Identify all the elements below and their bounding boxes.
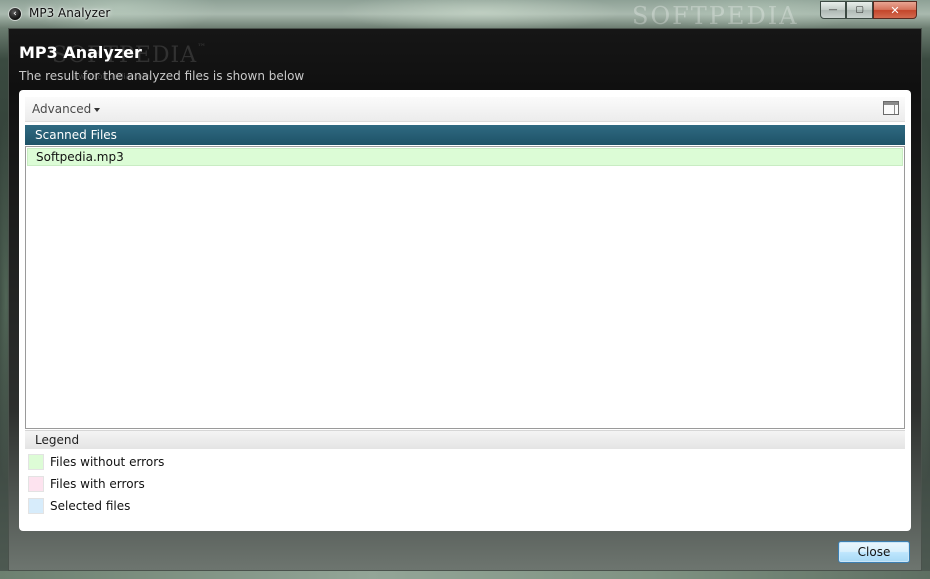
app-icon[interactable]: ‹ [8, 7, 22, 21]
file-row[interactable]: Softpedia.mp3 [27, 148, 903, 166]
legend-swatch-green [28, 454, 44, 470]
legend-label: Files with errors [50, 477, 145, 491]
legend-label: Selected files [50, 499, 131, 513]
legend-swatch-pink [28, 476, 44, 492]
window-layout-icon[interactable] [883, 101, 899, 115]
minimize-button[interactable]: — [820, 1, 846, 19]
window-close-button[interactable]: ✕ [873, 1, 917, 19]
legend-item-with-errors: Files with errors [28, 476, 145, 492]
window-title: MP3 Analyzer [29, 6, 111, 20]
scanned-files-list[interactable]: Softpedia.mp3 [25, 146, 905, 429]
page-subtitle: The result for the analyzed files is sho… [19, 69, 305, 83]
caption-buttons: — ▢ ✕ [820, 1, 917, 19]
toolbar: Advanced [25, 97, 905, 122]
legend-label: Files without errors [50, 455, 165, 469]
page-title: MP3 Analyzer [19, 43, 142, 62]
close-button[interactable]: Close [838, 541, 910, 563]
window-frame-bottom [0, 571, 930, 579]
header-watermark-tm: ™ [197, 43, 208, 53]
scanned-files-header: Scanned Files [25, 125, 905, 145]
softpedia-watermark: SOFTPEDIA [632, 2, 799, 30]
dropdown-caret-icon [94, 108, 101, 112]
title-bar[interactable]: ‹ MP3 Analyzer SOFTPEDIA — ▢ ✕ [0, 0, 930, 30]
legend-item-without-errors: Files without errors [28, 454, 164, 470]
maximize-icon: ▢ [855, 5, 864, 15]
maximize-button[interactable]: ▢ [846, 1, 873, 19]
legend-item-selected: Selected files [28, 498, 130, 514]
minimize-icon: — [828, 5, 838, 15]
legend-header: Legend [25, 430, 905, 449]
results-panel: Advanced Scanned Files Softpedia.mp3 Leg… [19, 90, 911, 531]
advanced-dropdown[interactable]: Advanced [32, 102, 101, 116]
close-icon: ✕ [890, 3, 900, 17]
legend-swatch-blue [28, 498, 44, 514]
advanced-label: Advanced [32, 102, 92, 116]
